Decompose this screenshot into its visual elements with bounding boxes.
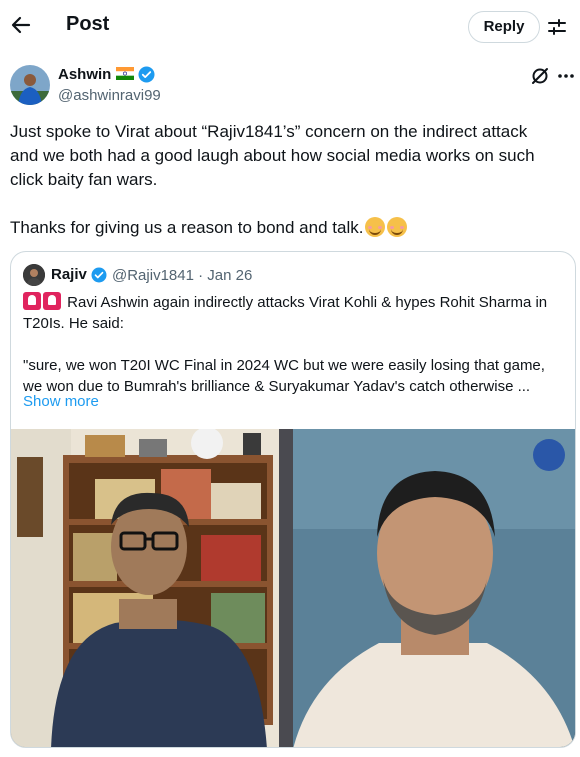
verified-badge-icon	[138, 66, 155, 83]
post-text-line-2: Thanks for giving us a reason to bond an…	[10, 216, 568, 240]
author-name[interactable]: Ashwin	[58, 66, 111, 83]
quoted-author-name[interactable]: Rajiv	[51, 266, 87, 283]
post-text-line: Just spoke to Virat about “Rajiv1841’s” …	[10, 122, 528, 141]
post-text-thanks: Thanks for giving us a reason to bond an…	[10, 218, 364, 237]
post-text-line: click baity fan wars.	[10, 170, 158, 189]
show-more-link[interactable]: Show more	[23, 393, 99, 410]
video-thumbnail[interactable]	[11, 429, 575, 747]
top-bar: Post Reply	[0, 0, 580, 54]
quoted-post[interactable]: Rajiv @Rajiv1841 · Jan 26 Ravi Ashwin ag…	[10, 251, 576, 748]
siren-emoji-icon	[23, 292, 41, 310]
post-text: Just spoke to Virat about “Rajiv1841’s” …	[10, 120, 568, 240]
quoted-handle-date[interactable]: @Rajiv1841 · Jan 26	[112, 267, 252, 284]
sliders-icon[interactable]	[546, 16, 568, 38]
quoted-text-line: Ravi Ashwin again indirectly attacks Vir…	[67, 294, 548, 311]
quoted-avatar[interactable]	[23, 264, 45, 286]
quoted-text-line: "sure, we won T20I WC Final in 2024 WC b…	[23, 357, 545, 374]
avatar[interactable]	[10, 65, 50, 105]
quoted-text-line: we won due to Bumrah's brilliance & Sury…	[23, 378, 531, 395]
page-title: Post	[66, 13, 110, 35]
arrow-left-icon[interactable]	[8, 12, 34, 38]
india-flag-icon	[116, 67, 134, 80]
more-options-icon[interactable]	[556, 66, 576, 86]
smiling-blush-emoji-icon	[365, 217, 386, 237]
post-text-line: and we both had a good laugh about how s…	[10, 146, 535, 165]
siren-emoji-icon	[43, 292, 61, 310]
author-handle[interactable]: @ashwinravi99	[58, 87, 161, 104]
verified-badge-icon	[91, 267, 107, 283]
grok-icon[interactable]	[530, 66, 550, 86]
reply-button[interactable]: Reply	[468, 11, 540, 43]
smiling-blush-emoji-icon	[387, 217, 408, 237]
quoted-text-line: T20Is. He said:	[23, 315, 124, 332]
quoted-text: Ravi Ashwin again indirectly attacks Vir…	[23, 292, 568, 397]
